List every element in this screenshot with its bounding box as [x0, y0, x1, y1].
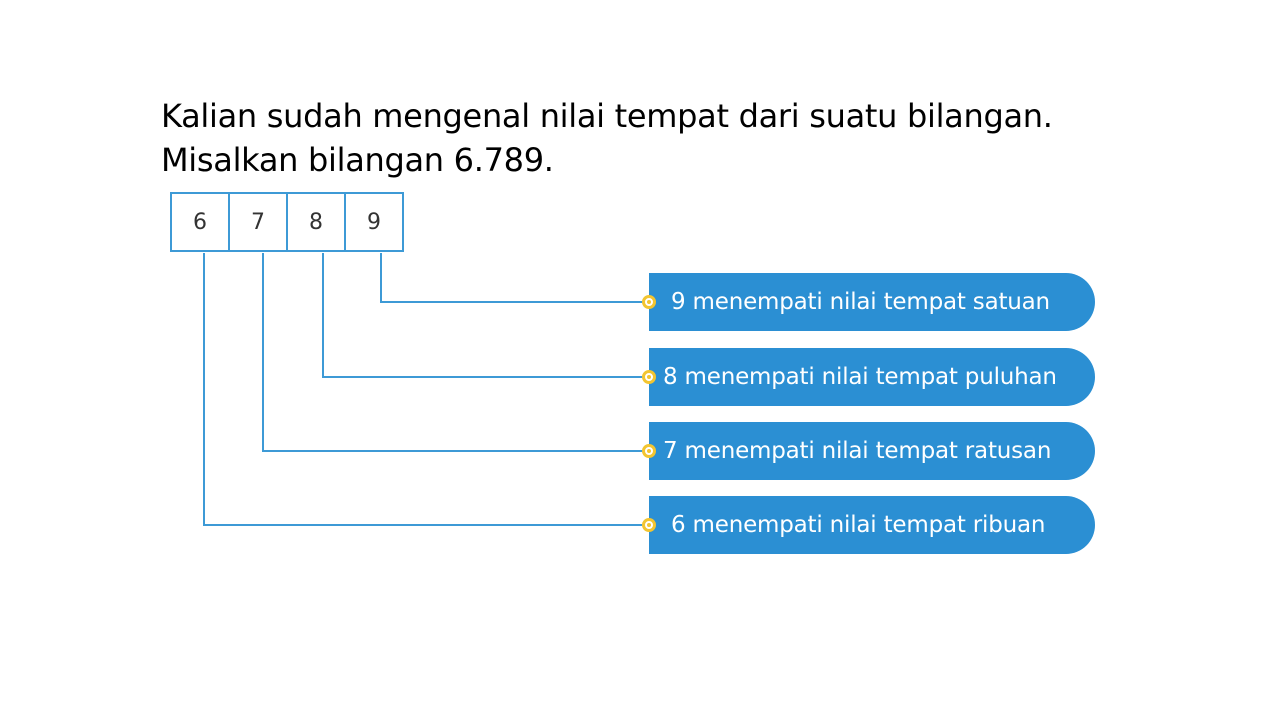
place-label-thousands: 6 menempati nilai tempat ribuan [649, 496, 1095, 554]
digit-box-ones: 9 [344, 192, 404, 252]
place-label-tens: 8 menempati nilai tempat puluhan [649, 348, 1095, 406]
connector-digit-9 [380, 253, 645, 303]
digit-box-thousands: 6 [170, 192, 230, 252]
number-digits: 6 7 8 9 [170, 192, 404, 252]
digit-box-hundreds: 7 [228, 192, 288, 252]
digit-box-tens: 8 [286, 192, 346, 252]
connector-dot-hundreds [642, 444, 656, 458]
connector-digit-8 [322, 253, 645, 378]
connector-dot-ones [642, 295, 656, 309]
connector-digit-6 [203, 253, 645, 526]
connector-dot-thousands [642, 518, 656, 532]
connector-digit-7 [262, 253, 645, 452]
place-label-hundreds: 7 menempati nilai tempat ratusan [649, 422, 1095, 480]
place-label-ones: 9 menempati nilai tempat satuan [649, 273, 1095, 331]
connector-dot-tens [642, 370, 656, 384]
